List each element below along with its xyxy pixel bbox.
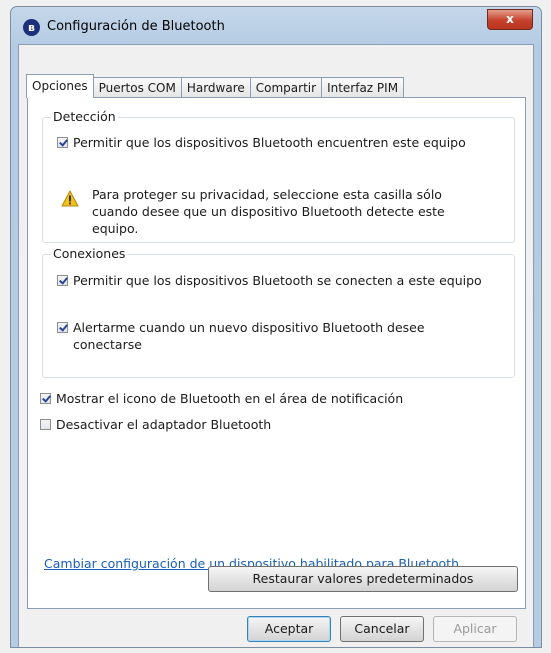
dialog-client-area: Opciones Puertos COM Hardware Compartir … [18, 44, 534, 647]
options-tab-panel: Detección Permitir que los dispositivos … [27, 97, 526, 609]
privacy-warning-text: Para proteger su privacidad, seleccione … [92, 187, 445, 236]
restore-defaults-button[interactable]: Restaurar valores predeterminados [208, 566, 518, 592]
tab-interfaz-pim[interactable]: Interfaz PIM [321, 77, 405, 98]
detection-group-title: Detección [51, 109, 118, 125]
show-icon-checkbox[interactable] [40, 393, 51, 404]
allow-connect-checkbox[interactable] [57, 275, 68, 286]
bluetooth-settings-window: ʙ Configuración de Bluetooth x Opciones … [10, 6, 542, 648]
tab-opciones[interactable]: Opciones [26, 74, 94, 98]
allow-connect-label: Permitir que los dispositivos Bluetooth … [73, 273, 482, 288]
alert-new-device-label: Alertarme cuando un nuevo dispositivo Bl… [73, 320, 425, 352]
allow-discovery-row[interactable]: Permitir que los dispositivos Bluetooth … [57, 134, 466, 151]
disable-adapter-checkbox[interactable] [40, 419, 51, 430]
cancel-button[interactable]: Cancelar [340, 616, 424, 642]
allow-discovery-label: Permitir que los dispositivos Bluetooth … [73, 135, 466, 150]
disable-adapter-label: Desactivar el adaptador Bluetooth [56, 417, 272, 432]
show-icon-row[interactable]: Mostrar el icono de Bluetooth en el área… [40, 390, 403, 407]
connections-group-title: Conexiones [51, 246, 128, 262]
close-button[interactable]: x [487, 9, 533, 30]
disable-adapter-row[interactable]: Desactivar el adaptador Bluetooth [40, 416, 271, 433]
window-title: Configuración de Bluetooth [47, 19, 225, 34]
apply-button: Aplicar [433, 616, 517, 642]
ok-button[interactable]: Aceptar [247, 616, 331, 642]
allow-connect-row[interactable]: Permitir que los dispositivos Bluetooth … [57, 272, 482, 289]
tab-hardware[interactable]: Hardware [180, 77, 251, 98]
warning-icon [61, 190, 79, 207]
connections-group: Conexiones Permitir que los dispositivos… [42, 246, 515, 378]
show-icon-label: Mostrar el icono de Bluetooth en el área… [56, 391, 404, 406]
bluetooth-icon: ʙ [23, 19, 40, 36]
alert-new-device-checkbox[interactable] [57, 322, 68, 333]
alert-new-device-row[interactable]: Alertarme cuando un nuevo dispositivo Bl… [57, 319, 477, 353]
tab-compartir[interactable]: Compartir [249, 77, 323, 98]
tab-strip: Opciones Puertos COM Hardware Compartir … [26, 72, 405, 98]
detection-group: Detección Permitir que los dispositivos … [42, 109, 515, 243]
title-bar[interactable]: ʙ Configuración de Bluetooth x [11, 7, 541, 47]
tab-puertos-com[interactable]: Puertos COM [92, 77, 182, 98]
allow-discovery-checkbox[interactable] [57, 137, 68, 148]
